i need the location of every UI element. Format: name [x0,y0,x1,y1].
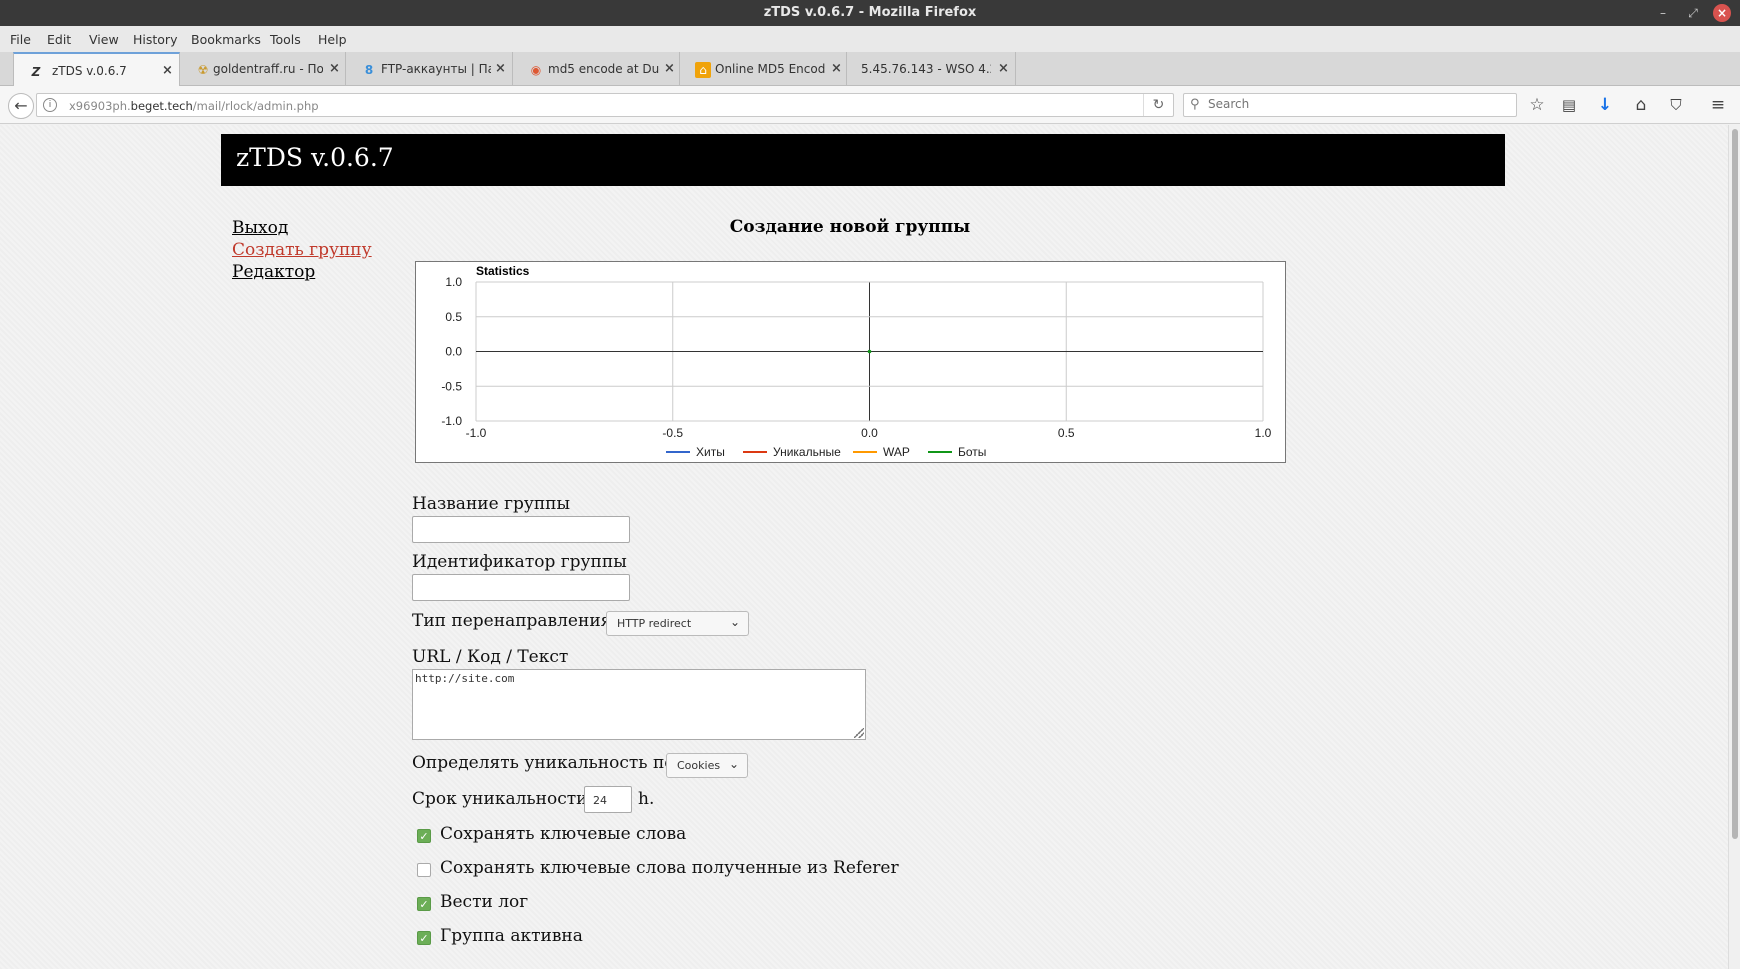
minimize-icon[interactable]: – [1654,4,1672,22]
menu-edit[interactable]: Edit [47,32,71,47]
home-icon[interactable]: ⌂ [1630,94,1652,116]
menu-bar: File Edit View History Bookmarks Tools H… [0,26,1740,52]
reload-icon[interactable]: ↻ [1143,94,1173,116]
uniqueness-term-unit: h. [638,789,655,809]
page-viewport: zTDS v.0.6.7 Выход Создать группу Редакт… [0,125,1728,969]
url-code-text-area[interactable]: http://site.com [412,669,866,740]
keep-log-checkbox[interactable]: ✓ [417,897,431,911]
tab-goldentraff[interactable]: ☢ goldentraff.ru - Поку × [181,52,346,86]
tab-ftp[interactable]: 8 FTP-аккаунты | Пане × [347,52,513,86]
url-code-text-value: http://site.com [415,672,515,685]
chevron-down-icon: ⌄ [728,757,739,771]
save-keywords-label: Сохранять ключевые слова [440,824,687,844]
tab-label: Online MD5 Encoder [715,62,825,76]
site-title: zTDS v.0.6.7 [236,143,394,172]
tab-duckduckgo[interactable]: ◉ md5 encode at DuckD × [514,52,680,86]
home-favicon-icon: ⌂ [695,62,711,78]
save-referer-keywords-checkbox[interactable] [417,863,431,877]
uniqueness-label: Определять уникальность по [412,753,675,773]
x-tick-label: 1.0 [1255,426,1272,440]
search-input[interactable] [1208,97,1508,111]
side-nav: Выход Создать группу Редактор [232,217,372,283]
ztds-favicon-icon: Z [31,65,41,79]
tab-close-icon[interactable]: × [831,61,842,76]
group-form: Название группы Идентификатор группы Тип… [412,125,1112,965]
tab-close-icon[interactable]: × [329,61,340,76]
bookmark-star-icon[interactable]: ☆ [1526,94,1548,116]
tab-label: 5.45.76.143 - WSO 4.2.5 [861,62,991,76]
tab-label: zTDS v.0.6.7 [52,64,127,78]
menu-bookmarks[interactable]: Bookmarks [191,32,261,47]
close-icon[interactable]: × [1713,4,1731,22]
menu-file[interactable]: File [10,32,31,47]
menu-view[interactable]: View [89,32,119,47]
group-id-input[interactable] [412,574,630,601]
keep-log-label: Вести лог [440,892,529,912]
nav-bar: ← i x96903ph.beget.tech/mail/rlock/admin… [0,86,1740,124]
tab-close-icon[interactable]: × [998,61,1009,76]
tab-close-icon[interactable]: × [162,63,173,78]
redirect-type-select[interactable]: HTTP redirect ⌄ [606,611,749,636]
menu-help[interactable]: Help [318,32,347,47]
resize-grip-icon[interactable] [854,728,864,738]
save-keywords-checkbox[interactable]: ✓ [417,829,431,843]
uniqueness-term-input[interactable]: 24 [584,786,632,813]
save-referer-keywords-label: Сохранять ключевые слова полученные из R… [440,858,899,878]
info-icon[interactable]: i [43,98,57,112]
window-titlebar: zTDS v.0.6.7 - Mozilla Firefox – ⤢ × [0,0,1740,26]
reading-list-icon[interactable]: ▤ [1558,94,1580,116]
tab-label: goldentraff.ru - Поку [213,62,323,76]
chevron-down-icon: ⌄ [729,615,740,629]
tab-close-icon[interactable]: × [495,61,506,76]
scrollbar-thumb[interactable] [1732,129,1738,839]
tab-strip: Z zTDS v.0.6.7 × ☢ goldentraff.ru - Поку… [0,52,1740,87]
tab-wso[interactable]: 5.45.76.143 - WSO 4.2.5 × [848,52,1016,86]
pocket-icon[interactable]: ⛉ [1665,94,1687,116]
redirect-type-value: HTTP redirect [617,617,692,630]
tab-close-icon[interactable]: × [664,61,675,76]
redirect-type-label: Тип перенаправления [412,611,612,631]
search-icon: ⚲ [1190,97,1200,112]
uniqueness-term-label: Срок уникальности [412,789,588,809]
tab-ztds[interactable]: Z zTDS v.0.6.7 × [13,52,180,87]
maximize-icon[interactable]: ⤢ [1684,4,1702,22]
editor-link[interactable]: Редактор [232,261,372,283]
tab-md5-encoder[interactable]: ⌂ Online MD5 Encoder × [681,52,847,86]
group-id-label: Идентификатор группы [412,552,627,572]
ftp-favicon-icon: 8 [364,63,374,77]
download-icon[interactable]: ↓ [1594,94,1616,116]
url-code-text-label: URL / Код / Текст [412,647,569,667]
uniqueness-select[interactable]: Cookies ⌄ [666,753,748,778]
group-active-label: Группа активна [440,926,583,946]
tab-label: md5 encode at DuckD [548,62,660,76]
group-active-checkbox[interactable]: ✓ [417,931,431,945]
goldentraff-favicon-icon: ☢ [197,63,209,77]
uniqueness-value: Cookies [677,759,721,772]
url-text[interactable]: x96903ph.beget.tech/mail/rlock/admin.php [69,99,319,113]
tab-label: FTP-аккаунты | Пане [381,62,491,76]
back-arrow-icon[interactable]: ← [8,93,34,119]
url-bar[interactable]: i x96903ph.beget.tech/mail/rlock/admin.p… [36,93,1174,117]
group-name-input[interactable] [412,516,630,543]
logout-link[interactable]: Выход [232,217,372,239]
menu-tools[interactable]: Tools [270,32,301,47]
menu-history[interactable]: History [133,32,177,47]
window-title: zTDS v.0.6.7 - Mozilla Firefox [763,5,977,20]
create-group-link[interactable]: Создать группу [232,239,372,261]
group-name-label: Название группы [412,494,571,514]
search-bar[interactable]: ⚲ [1183,93,1517,117]
hamburger-menu-icon[interactable]: ≡ [1707,94,1729,116]
page-scrollbar[interactable] [1728,125,1740,969]
duckduckgo-favicon-icon: ◉ [530,63,542,77]
